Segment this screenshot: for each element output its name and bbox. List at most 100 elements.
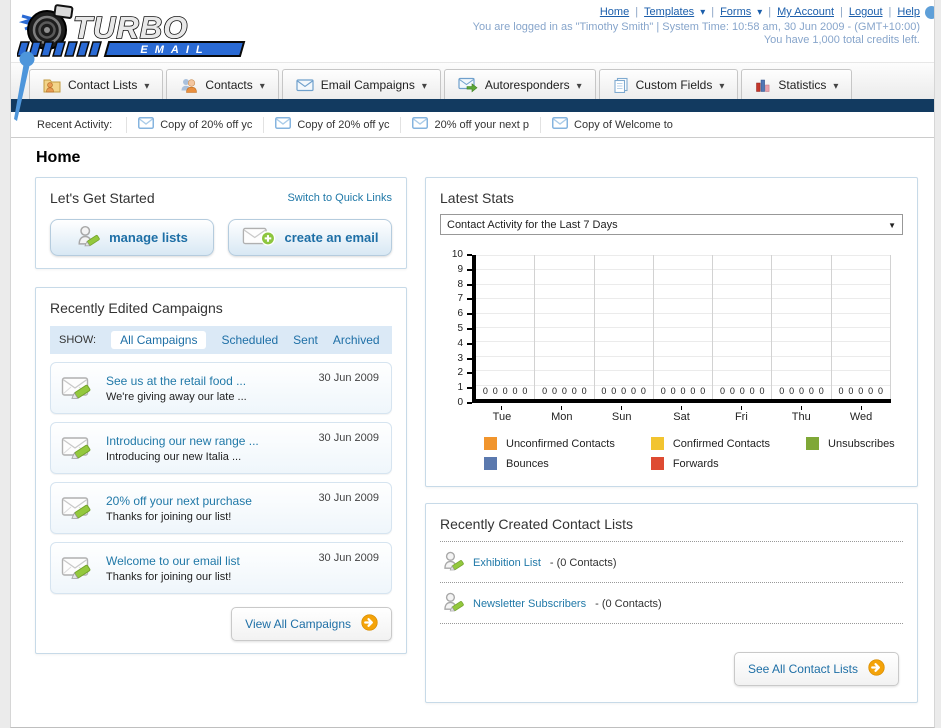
arrow-circle-icon <box>868 659 885 679</box>
switch-quick-links[interactable]: Switch to Quick Links <box>287 192 392 204</box>
campaign-item[interactable]: 20% off your next purchase Thanks for jo… <box>50 482 392 534</box>
legend-item: Bounces <box>484 457 615 470</box>
chart-column: 00000 <box>595 255 654 399</box>
chart-x-label: Thu <box>771 406 831 425</box>
campaign-title-link[interactable]: See us at the retail food ... <box>106 374 247 388</box>
person-pencil-icon <box>442 591 464 616</box>
login-status-text: You are logged in as "Timothy Smith" | S… <box>472 21 920 33</box>
envelope-pencil-icon <box>61 554 95 583</box>
get-started-title: Let's Get Started <box>50 190 155 206</box>
legend-label: Unconfirmed Contacts <box>506 437 615 450</box>
campaign-title-link[interactable]: Welcome to our email list <box>106 554 240 568</box>
dropdown-arrow-icon <box>888 219 896 231</box>
contact-activity-chart: 10 9 8 7 6 5 4 3 2 1 0 000000000000000000000000000… <box>442 250 901 425</box>
legend-item: Forwards <box>650 457 770 470</box>
campaign-item[interactable]: Welcome to our email list Thanks for joi… <box>50 542 392 594</box>
autoresponders-icon <box>458 77 478 93</box>
recent-activity-item[interactable]: 20% off your next p <box>400 116 540 133</box>
see-all-contact-lists-button[interactable]: See All Contact Lists <box>733 652 899 686</box>
legend-item: Unconfirmed Contacts <box>484 437 615 450</box>
manage-lists-label: manage lists <box>109 230 188 245</box>
filter-archived[interactable]: Archived <box>333 333 380 347</box>
stats-dropdown[interactable]: Contact Activity for the Last 7 Days <box>440 214 903 235</box>
main-content: Home Let's Get Started Switch to Quick L… <box>11 149 934 727</box>
recent-activity-item[interactable]: Copy of 20% off yc <box>126 116 263 133</box>
tab-statistics[interactable]: Statistics <box>741 69 853 99</box>
legend-label: Confirmed Contacts <box>672 437 771 450</box>
separator: | <box>840 6 843 18</box>
envelope-icon <box>275 117 291 132</box>
campaign-subtitle: Introducing our new Italia ... <box>106 450 242 463</box>
campaign-title-link[interactable]: Introducing our new range ... <box>106 434 259 448</box>
chart-value-labels: 00000 <box>601 386 646 396</box>
create-email-button[interactable]: create an email <box>228 219 392 256</box>
chart-x-label: Fri <box>711 406 771 425</box>
nav-home-link[interactable]: Home <box>600 6 629 18</box>
contacts-icon <box>180 77 198 93</box>
separator: | <box>635 6 639 18</box>
filter-all-campaigns[interactable]: All Campaigns <box>111 331 207 349</box>
help-bubble-icon[interactable] <box>925 6 934 19</box>
separator: | <box>768 6 772 18</box>
legend-item: Unsubscribes <box>806 437 895 450</box>
contact-list-name-link[interactable]: Newsletter Subscribers <box>473 598 586 610</box>
tab-contacts[interactable]: Contacts <box>166 69 279 99</box>
nav-my-account-link[interactable]: My Account <box>777 6 834 18</box>
nav-templates-link[interactable]: Templates <box>644 6 694 18</box>
filter-sent[interactable]: Sent <box>293 333 318 347</box>
pin-decoration <box>14 51 35 121</box>
chevron-down-icon <box>719 78 724 92</box>
campaign-subtitle: Thanks for joining our list! <box>106 570 232 583</box>
envelope-icon <box>138 117 154 132</box>
view-all-campaigns-button[interactable]: View All Campaigns <box>231 607 392 641</box>
tab-contact-lists[interactable]: Contact Lists <box>29 69 164 99</box>
campaign-title-link[interactable]: 20% off your next purchase <box>106 494 252 508</box>
chart-column: 00000 <box>832 255 891 399</box>
chart-value-labels: 00000 <box>838 386 884 396</box>
contact-list-item[interactable]: Newsletter Subscribers - (0 Contacts) <box>440 583 903 624</box>
navy-divider-bar <box>11 99 934 112</box>
chart-value-labels: 00000 <box>542 386 587 396</box>
filter-scheduled[interactable]: Scheduled <box>221 333 278 347</box>
credits-status-text: You have 1,000 total credits left. <box>763 34 920 46</box>
nav-forms-link[interactable]: Forms <box>720 6 751 18</box>
turbo-logo-graphic: EMAIL TURBO <box>16 4 246 57</box>
turbo-email-logo[interactable]: EMAIL TURBO <box>16 4 249 63</box>
envelope-pencil-icon <box>61 374 95 403</box>
campaign-item[interactable]: Introducing our new range ... Introducin… <box>50 422 392 474</box>
separator: | <box>711 6 715 18</box>
nav-help-link[interactable]: Help <box>897 6 920 18</box>
email-campaigns-icon <box>296 78 314 92</box>
arrow-circle-icon <box>361 614 378 634</box>
tab-label: Custom Fields <box>635 77 713 92</box>
chevron-down-icon <box>757 6 762 18</box>
chart-x-labels: Tue Mon Sun Sat Fri Thu Wed <box>472 406 891 425</box>
chart-x-label: Sun <box>592 406 652 425</box>
manage-lists-button[interactable]: manage lists <box>50 219 214 256</box>
legend-swatch <box>806 437 820 450</box>
chart-column: 00000 <box>713 255 773 399</box>
statistics-icon <box>755 77 771 93</box>
separator: | <box>888 6 892 18</box>
chart-value-labels: 00000 <box>719 386 765 396</box>
contact-list-name-link[interactable]: Exhibition List <box>473 557 541 569</box>
header: EMAIL TURBO Home | Templates | Forms | M… <box>11 0 934 121</box>
person-pencil-icon <box>76 224 100 251</box>
tab-autoresponders[interactable]: Autoresponders <box>443 69 596 99</box>
tab-email-campaigns[interactable]: Email Campaigns <box>281 69 441 99</box>
campaign-date: 30 Jun 2009 <box>318 552 379 564</box>
campaign-item[interactable]: See us at the retail food ... We're givi… <box>50 362 392 414</box>
recent-activity-item[interactable]: Copy of Welcome to <box>540 116 684 133</box>
recent-activity-item-label: Copy of Welcome to <box>574 118 673 131</box>
recent-activity-bar: Recent Activity: Copy of 20% off yc Copy… <box>11 112 934 138</box>
recent-activity-item[interactable]: Copy of 20% off yc <box>263 116 400 133</box>
latest-stats-title: Latest Stats <box>440 190 514 206</box>
left-column: Let's Get Started Switch to Quick Links … <box>35 177 407 654</box>
recent-campaigns-title: Recently Edited Campaigns <box>50 300 223 316</box>
campaign-date: 30 Jun 2009 <box>318 432 379 444</box>
logo-title: TURBO <box>73 10 188 45</box>
stats-dropdown-value: Contact Activity for the Last 7 Days <box>447 218 618 231</box>
nav-logout-link[interactable]: Logout <box>849 6 883 18</box>
tab-custom-fields[interactable]: Custom Fields <box>598 69 739 99</box>
contact-list-item[interactable]: Exhibition List - (0 Contacts) <box>440 542 903 583</box>
